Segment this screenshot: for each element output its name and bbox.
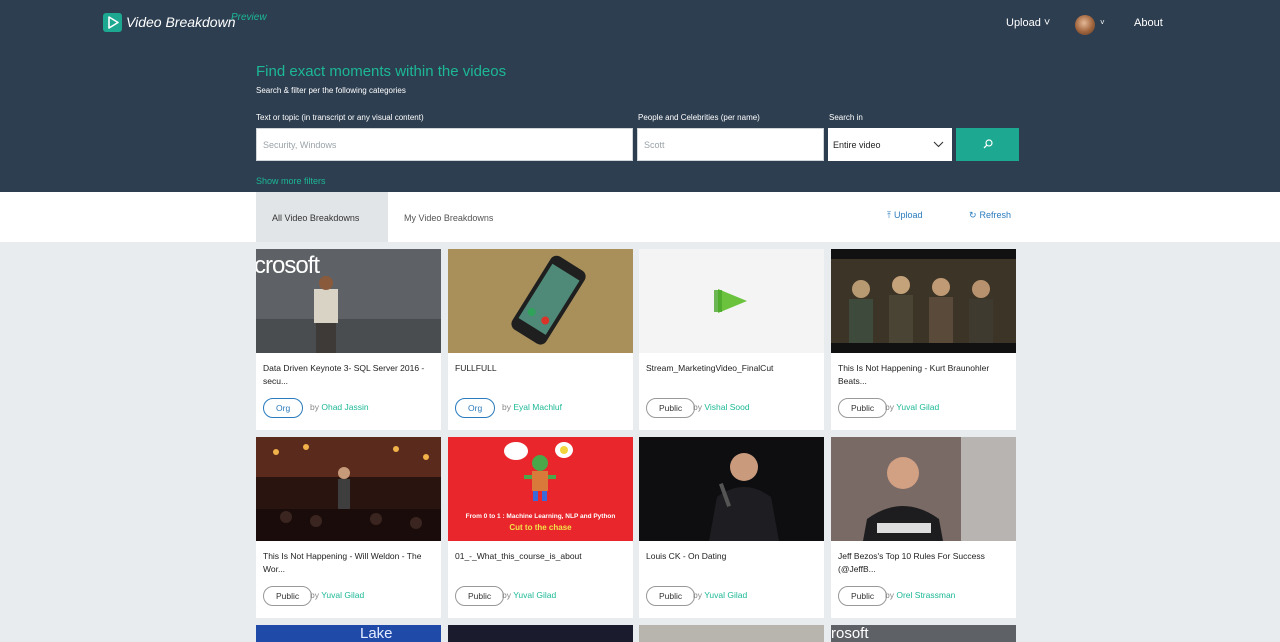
video-card[interactable]: Jeff Bezos's Top 10 Rules For Success (@…: [831, 437, 1016, 618]
people-label: People and Celebrities (per name): [638, 113, 760, 122]
video-thumbnail[interactable]: [448, 249, 633, 353]
video-title[interactable]: Stream_MarketingVideo_FinalCut: [646, 362, 821, 375]
visibility-badge: Public: [838, 586, 888, 606]
search-in-label: Search in: [829, 113, 863, 122]
video-title[interactable]: Louis CK - On Dating: [646, 550, 821, 563]
video-card[interactable]: This Is Not Happening - Kurt Braunohler …: [831, 249, 1016, 430]
video-title[interactable]: FULLFULL: [455, 362, 630, 375]
chevron-down-icon: [933, 141, 944, 148]
nav-upload-menu[interactable]: Upload ˅: [1006, 17, 1050, 29]
video-card[interactable]: From 0 to 1 : Machine Learning, NLP and …: [448, 437, 633, 618]
by-prefix: by: [502, 590, 511, 600]
tab-all-label: All Video Breakdowns: [272, 213, 360, 223]
upload-label: Upload: [893, 210, 923, 220]
video-card[interactable]: FULLFULL Org by Eyal Machluf: [448, 249, 633, 430]
video-title[interactable]: Data Driven Keynote 3- SQL Server 2016 -…: [263, 362, 438, 388]
text-topic-input[interactable]: [256, 128, 633, 161]
search-button[interactable]: [956, 128, 1019, 161]
owner-link[interactable]: Yuval Gilad: [896, 402, 939, 412]
by-prefix: by: [502, 402, 511, 412]
video-card[interactable]: crosoft Data Driven Keynote 3- SQL Serve…: [256, 249, 441, 430]
search-in-select[interactable]: Entire video: [828, 128, 952, 161]
video-title[interactable]: 01_-_What_this_course_is_about: [455, 550, 630, 563]
thumbnail-subcaption: Cut to the chase: [509, 523, 572, 532]
owner-link[interactable]: Yuval Gilad: [704, 590, 747, 600]
owner-link[interactable]: Eyal Machluf: [513, 402, 562, 412]
by-prefix: by: [310, 590, 319, 600]
video-owner: by Yuval Gilad: [502, 590, 556, 600]
owner-link[interactable]: Orel Strassman: [896, 590, 955, 600]
tab-my-video-breakdowns[interactable]: My Video Breakdowns: [404, 213, 493, 223]
by-prefix: by: [885, 590, 894, 600]
video-owner: by Orel Strassman: [885, 590, 955, 600]
video-thumbnail[interactable]: [448, 625, 633, 642]
owner-link[interactable]: Ohad Jassin: [321, 402, 368, 412]
tab-all-video-breakdowns[interactable]: All Video Breakdowns: [256, 192, 388, 242]
refresh-button[interactable]: ↻ Refresh: [969, 210, 1011, 221]
video-thumbnail[interactable]: [831, 249, 1016, 353]
search-title: Find exact moments within the videos: [256, 63, 507, 80]
video-card[interactable]: Stream_MarketingVideo_FinalCut Public by…: [639, 249, 824, 430]
video-owner: by Yuval Gilad: [310, 590, 364, 600]
upload-button[interactable]: ⤒ Upload: [887, 210, 923, 221]
video-breakdown-logo-icon[interactable]: [103, 13, 122, 32]
video-owner: by Yuval Gilad: [693, 590, 747, 600]
thumbnail-caption: Lake: [360, 625, 393, 642]
video-thumbnail[interactable]: Lake: [256, 625, 441, 642]
thumbnail-caption: rosoft: [831, 625, 869, 642]
by-prefix: by: [693, 590, 702, 600]
show-more-filters-link[interactable]: Show more filters: [256, 176, 326, 186]
video-thumbnail[interactable]: [639, 437, 824, 541]
chevron-down-icon[interactable]: ˅: [1100, 18, 1105, 27]
search-in-value: Entire video: [833, 140, 881, 150]
video-title[interactable]: This Is Not Happening - Will Weldon - Th…: [263, 550, 438, 576]
visibility-badge: Public: [263, 586, 313, 606]
visibility-badge: Public: [455, 586, 505, 606]
visibility-badge: Public: [838, 398, 888, 418]
preview-badge: Preview: [231, 12, 267, 23]
thumbnail-caption: From 0 to 1 : Machine Learning, NLP and …: [465, 513, 616, 520]
by-prefix: by: [310, 402, 319, 412]
video-thumbnail[interactable]: rosoft: [831, 625, 1016, 642]
video-thumbnail[interactable]: [256, 437, 441, 541]
tab-bar: [0, 192, 1280, 242]
video-thumbnail[interactable]: [831, 437, 1016, 541]
video-owner: by Yuval Gilad: [885, 402, 939, 412]
video-owner: by Eyal Machluf: [502, 402, 562, 412]
video-thumbnail[interactable]: [639, 625, 824, 642]
video-thumbnail[interactable]: [639, 249, 824, 353]
visibility-badge: Org: [263, 398, 304, 418]
search-subtitle: Search & filter per the following catego…: [256, 86, 406, 95]
video-thumbnail[interactable]: crosoft: [256, 249, 441, 353]
user-avatar[interactable]: [1075, 15, 1095, 35]
video-title[interactable]: Jeff Bezos's Top 10 Rules For Success (@…: [838, 550, 1013, 576]
refresh-label: Refresh: [979, 210, 1012, 220]
video-card[interactable]: Louis CK - On Dating Public by Yuval Gil…: [639, 437, 824, 618]
video-thumbnail[interactable]: From 0 to 1 : Machine Learning, NLP and …: [448, 437, 633, 541]
video-title[interactable]: This Is Not Happening - Kurt Braunohler …: [838, 362, 1013, 388]
by-prefix: by: [693, 402, 702, 412]
owner-link[interactable]: Vishal Sood: [704, 402, 749, 412]
owner-link[interactable]: Yuval Gilad: [513, 590, 556, 600]
video-owner: by Vishal Sood: [693, 402, 750, 412]
owner-link[interactable]: Yuval Gilad: [321, 590, 364, 600]
search-icon: [983, 139, 993, 149]
visibility-badge: Public: [646, 586, 696, 606]
refresh-icon: ↻: [969, 210, 977, 220]
video-card[interactable]: This Is Not Happening - Will Weldon - Th…: [256, 437, 441, 618]
video-owner: by Ohad Jassin: [310, 402, 369, 412]
thumbnail-caption: crosoft: [256, 252, 320, 279]
text-topic-label: Text or topic (in transcript or any visu…: [256, 113, 424, 122]
upload-icon: ⤒: [887, 210, 891, 220]
by-prefix: by: [885, 402, 894, 412]
brand-name[interactable]: Video Breakdown: [126, 14, 235, 30]
people-input[interactable]: [637, 128, 824, 161]
visibility-badge: Org: [455, 398, 496, 418]
visibility-badge: Public: [646, 398, 696, 418]
nav-about-link[interactable]: About: [1134, 17, 1163, 29]
